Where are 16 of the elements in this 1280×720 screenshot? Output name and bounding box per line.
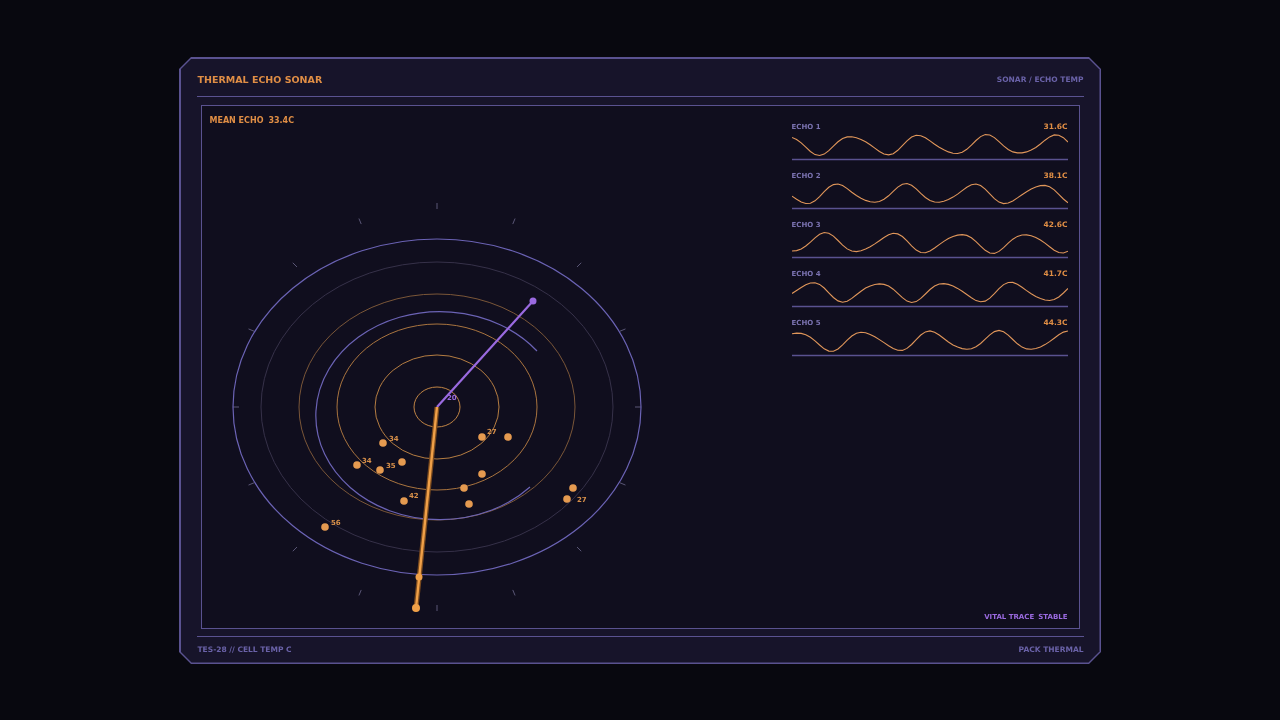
readout-label: MEAN ECHO [209, 115, 264, 125]
blip-dot [477, 432, 486, 441]
blip-dot [378, 438, 387, 447]
blip-dot [375, 465, 384, 474]
blip-dot [399, 496, 408, 505]
app-title: THERMAL ECHO SONAR [197, 72, 323, 85]
blip-dot [477, 469, 486, 478]
blip-dot [459, 483, 468, 492]
blip-dot [352, 460, 361, 469]
blip-dot [320, 522, 329, 531]
readout-value: 33.4C [268, 115, 295, 125]
blip-dot [562, 494, 571, 503]
blip-dot [464, 499, 473, 508]
blip-dot [568, 483, 577, 492]
blip-dot [397, 457, 406, 466]
blip-dot [503, 432, 512, 441]
